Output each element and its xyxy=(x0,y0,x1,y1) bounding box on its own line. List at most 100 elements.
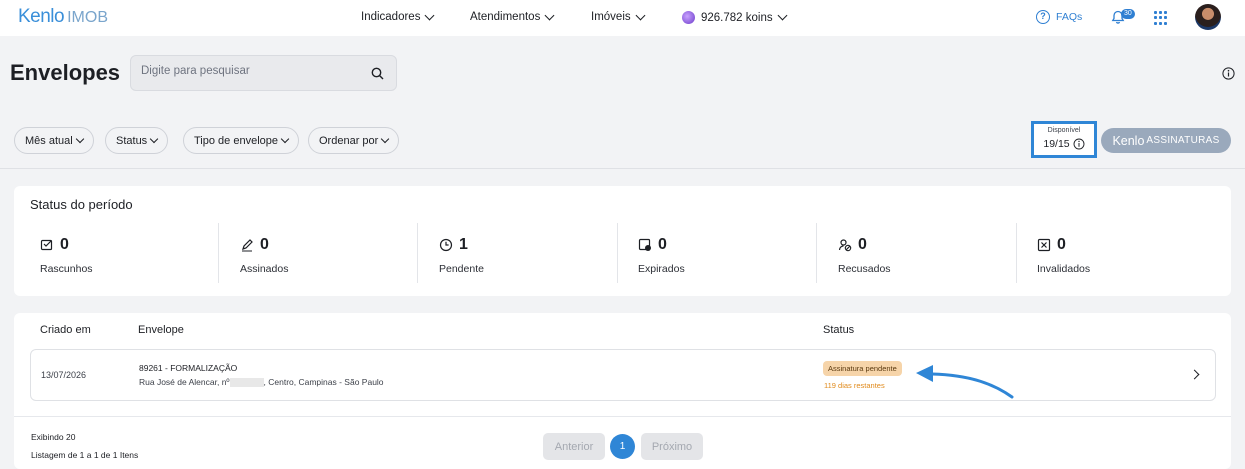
stat-count: 0 xyxy=(1057,236,1066,253)
sign-button-brand: Kenlo xyxy=(1112,133,1145,148)
filter-status[interactable]: Status xyxy=(105,127,169,154)
stat-label: Assinados xyxy=(240,263,289,275)
stat-label: Expirados xyxy=(638,263,685,275)
divider xyxy=(0,168,1245,169)
row-envelope-address: Rua José de Alencar, nº , Centro, Campina… xyxy=(139,377,384,388)
clock-icon xyxy=(439,238,453,252)
chevron-down-icon xyxy=(635,10,646,20)
stat-separator xyxy=(816,223,817,283)
stat-label: Recusados xyxy=(838,263,891,275)
row-created-date: 13/07/2026 xyxy=(41,370,87,380)
sign-button-label: ASSINATURAS xyxy=(1146,135,1220,146)
stat-count: 1 xyxy=(459,236,468,253)
stat-pending: 1 Pendente xyxy=(439,236,629,275)
filter-envelope-type-label: Tipo de envelope xyxy=(194,134,278,147)
filter-envelope-type[interactable]: Tipo de envelope xyxy=(183,127,299,154)
notification-badge: 30 xyxy=(1121,9,1135,19)
table-row[interactable]: 13/07/2026 89261 - FORMALIZAÇÃO Rua José… xyxy=(30,349,1216,401)
apps-grid-icon[interactable] xyxy=(1154,11,1168,25)
available-value: 19/15 xyxy=(1043,138,1070,150)
filter-month-label: Mês atual xyxy=(25,134,73,147)
available-counter: Disponível 19/15 xyxy=(1031,121,1097,158)
logo-product: IMOB xyxy=(67,9,108,26)
status-badge: Assinatura pendente xyxy=(823,361,902,376)
info-icon[interactable] xyxy=(1222,67,1235,80)
page-number-button[interactable]: 1 xyxy=(610,434,635,459)
stat-count: 0 xyxy=(858,236,867,253)
address-end: , Centro, Campinas - São Paulo xyxy=(263,377,384,387)
search-icon[interactable] xyxy=(371,67,384,80)
stat-separator xyxy=(417,223,418,283)
column-header-created: Criado em xyxy=(40,324,91,336)
nav-koins[interactable]: 926.782 koins xyxy=(682,10,788,24)
redacted-block xyxy=(229,378,264,388)
chevron-down-icon xyxy=(280,134,290,144)
filter-sort-label: Ordenar por xyxy=(319,134,379,147)
address-start: Rua José de Alencar, nº xyxy=(139,377,230,387)
next-page-button[interactable]: Próximo xyxy=(641,433,703,460)
showing-count: Exibindo 20 xyxy=(31,432,76,442)
search-input[interactable] xyxy=(141,65,361,77)
filter-month[interactable]: Mês atual xyxy=(14,127,94,154)
chevron-down-icon xyxy=(381,134,390,144)
divider xyxy=(14,416,1231,417)
pen-icon xyxy=(242,239,253,252)
koin-icon xyxy=(682,11,695,24)
help-icon: ? xyxy=(1036,10,1050,24)
refused-icon xyxy=(838,239,852,252)
nav-imoveis-label: Imóveis xyxy=(591,11,631,23)
kenlo-assinaturas-button[interactable]: Kenlo ASSINATURAS xyxy=(1101,128,1231,153)
nav-atendimentos[interactable]: Atendimentos xyxy=(470,10,555,23)
nav-indicadores[interactable]: Indicadores xyxy=(361,10,435,23)
chevron-down-icon xyxy=(544,10,555,20)
chevron-down-icon xyxy=(75,134,84,144)
nav-imoveis[interactable]: Imóveis xyxy=(591,10,646,23)
stat-separator xyxy=(218,223,219,283)
stat-count: 0 xyxy=(60,236,69,253)
search-box xyxy=(130,55,397,91)
filter-sort[interactable]: Ordenar por xyxy=(308,127,400,154)
filter-status-label: Status xyxy=(116,134,148,147)
stat-count: 0 xyxy=(260,236,269,253)
column-header-envelope: Envelope xyxy=(138,324,184,336)
chevron-down-icon xyxy=(777,10,788,21)
nav-atendimentos-label: Atendimentos xyxy=(470,11,541,23)
previous-page-button[interactable]: Anterior xyxy=(543,433,605,460)
period-status-title: Status do período xyxy=(30,197,133,212)
avatar[interactable] xyxy=(1195,4,1221,30)
stat-separator xyxy=(1016,223,1017,283)
envelopes-table-card: Criado em Envelope Status 13/07/2026 892… xyxy=(14,313,1231,469)
stat-refused: 0 Recusados xyxy=(838,236,1028,275)
stat-count: 0 xyxy=(658,236,667,253)
column-header-status: Status xyxy=(823,324,855,336)
row-remaining-days: 119 dias restantes xyxy=(824,381,885,390)
stat-invalid: 0 Invalidados xyxy=(1037,236,1227,275)
annotation-arrow-icon xyxy=(916,365,1014,399)
info-icon[interactable] xyxy=(1073,138,1085,150)
page-title: Envelopes xyxy=(10,60,121,85)
listing-info: Listagem de 1 a 1 de 1 Itens xyxy=(31,450,139,460)
draft-icon xyxy=(40,239,53,251)
nav-koins-label: 926.782 koins xyxy=(701,11,773,24)
stat-separator xyxy=(617,223,618,283)
stat-label: Rascunhos xyxy=(40,263,93,275)
chevron-down-icon xyxy=(425,10,435,20)
logo-text: Kenlo xyxy=(18,6,65,27)
top-navbar: Kenlo IMOB Indicadores Atendimentos Imóve… xyxy=(0,0,1245,36)
nav-indicadores-label: Indicadores xyxy=(361,11,421,23)
stat-label: Invalidados xyxy=(1037,263,1091,275)
stat-signed: 0 Assinados xyxy=(240,236,430,275)
period-status-card: Status do período 0 Rascunhos 0 Assinado… xyxy=(14,186,1231,296)
invalid-icon xyxy=(1037,238,1051,252)
expired-icon xyxy=(638,238,651,251)
available-label: Disponível xyxy=(1047,127,1081,134)
chevron-right-icon[interactable] xyxy=(1189,369,1200,380)
faq-label: FAQs xyxy=(1056,11,1083,23)
row-envelope-title: 89261 - FORMALIZAÇÃO xyxy=(139,363,238,373)
kenlo-logo[interactable]: Kenlo IMOB xyxy=(18,6,108,28)
stat-expired: 0 Expirados xyxy=(638,236,828,275)
chevron-down-icon xyxy=(149,134,159,144)
stat-drafts: 0 Rascunhos xyxy=(40,236,230,275)
faq-link[interactable]: ? FAQs xyxy=(1036,10,1082,24)
stat-label: Pendente xyxy=(439,263,484,275)
